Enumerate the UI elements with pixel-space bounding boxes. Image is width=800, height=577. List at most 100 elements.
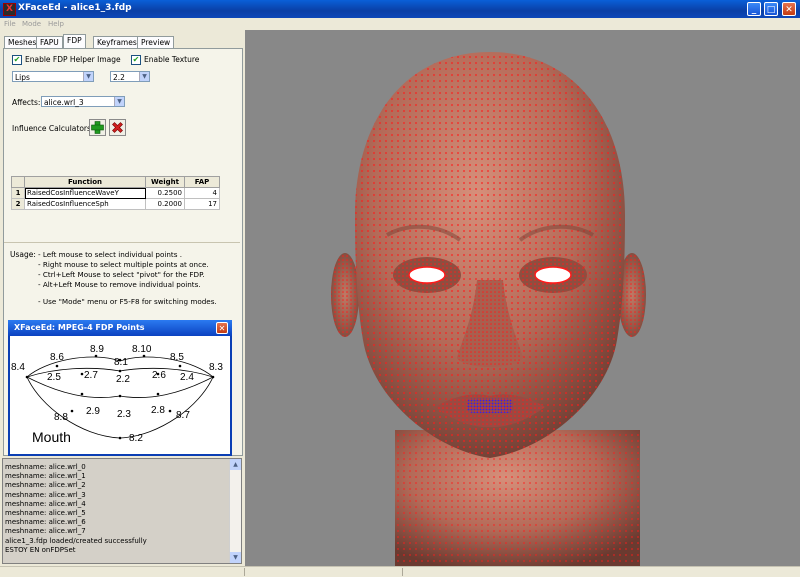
console-line: ESTOY EN onFDPSet <box>5 545 76 554</box>
fdp-label: 8.3 <box>209 362 223 373</box>
affects-value: alice.wrl_3 <box>44 98 84 107</box>
menu-mode[interactable]: Mode <box>22 20 41 28</box>
console-line: meshname: alice.wrl_7 <box>5 527 86 536</box>
maximize-button[interactable]: □ <box>764 2 778 16</box>
point-value: 2.2 <box>113 73 125 82</box>
point-select[interactable]: 2.2 ▼ <box>110 71 150 82</box>
fdp-label: 8.1 <box>114 357 128 368</box>
face-model <box>331 52 646 566</box>
affects-select[interactable]: alice.wrl_3 ▼ <box>41 96 125 107</box>
fap-cell[interactable]: 4 <box>184 187 220 199</box>
delete-icon <box>112 122 123 133</box>
region-select[interactable]: Lips ▼ <box>12 71 94 82</box>
fap-cell[interactable]: 17 <box>184 198 220 210</box>
right-eye <box>534 266 572 284</box>
usage-line: - Left mouse to select individual points… <box>38 250 183 259</box>
window-title: XFaceEd - alice1_3.fdp <box>18 3 132 13</box>
function-cell[interactable]: RaisedCosInfluenceSph <box>24 198 146 210</box>
dialog-title-bar: XFaceEd: MPEG-4 FDP Points ✕ <box>8 320 232 336</box>
console-line: meshname: alice.wrl_1 <box>5 472 86 481</box>
app-icon: X <box>3 3 16 16</box>
divider <box>4 242 240 243</box>
fdp-label: 2.6 <box>152 370 166 381</box>
title-bar: X XFaceEd - alice1_3.fdp _ □ ✕ <box>0 0 800 18</box>
remove-influence-button[interactable] <box>109 119 126 136</box>
chevron-down-icon: ▼ <box>83 72 93 81</box>
scroll-down-icon[interactable]: ▼ <box>230 552 241 563</box>
3d-viewport[interactable] <box>245 30 800 566</box>
usage-line: - Use "Mode" menu or F5-F8 for switching… <box>38 297 217 306</box>
close-button[interactable]: ✕ <box>782 2 796 16</box>
row-number: 1 <box>11 187 25 199</box>
left-ear-mesh-points <box>331 253 359 337</box>
mouth-diagram: 8.4 8.6 8.9 8.1 8.10 8.5 8.3 2.5 2.7 2.2… <box>11 344 223 445</box>
fdp-label: 2.4 <box>180 372 194 383</box>
row-number: 2 <box>11 198 25 210</box>
fdp-label: 8.10 <box>132 344 152 355</box>
fdp-label: 2.2 <box>116 374 130 385</box>
tab-fdp[interactable]: FDP <box>63 34 86 49</box>
weight-cell[interactable]: 0.2000 <box>145 198 185 210</box>
influence-table: Function Weight FAP 1 RaisedCosInfluence… <box>11 176 220 210</box>
fdp-label: 2.5 <box>47 372 61 383</box>
scroll-up-icon[interactable]: ▲ <box>230 459 241 470</box>
console-line: meshname: alice.wrl_0 <box>5 463 86 471</box>
console-log[interactable]: meshname: alice.wrl_0 meshname: alice.wr… <box>2 458 242 564</box>
mouth-caption: Mouth <box>32 429 71 445</box>
add-influence-button[interactable] <box>89 119 106 136</box>
influence-label: Influence Calculators: <box>12 124 94 133</box>
console-line: meshname: alice.wrl_4 <box>5 499 86 508</box>
fdp-label: 8.2 <box>129 433 143 444</box>
status-bar <box>0 566 800 577</box>
console-line: meshname: alice.wrl_6 <box>5 518 86 527</box>
texture-checkbox[interactable]: ✔ <box>131 55 141 65</box>
helper-image-label: Enable FDP Helper Image <box>25 55 121 64</box>
fdp-label: 8.5 <box>170 352 184 363</box>
dialog-close-button[interactable]: ✕ <box>216 322 228 334</box>
console-lines: meshname: alice.wrl_0 meshname: alice.wr… <box>5 463 147 555</box>
minimize-button[interactable]: _ <box>747 2 761 16</box>
table-row[interactable]: 1 RaisedCosInfluenceWaveY 0.2500 4 <box>11 187 220 199</box>
usage-label: Usage: <box>10 250 36 259</box>
usage-spacer <box>38 290 217 297</box>
console-line: meshname: alice.wrl_2 <box>5 481 86 490</box>
fdp-label: 8.9 <box>90 344 104 355</box>
tab-preview[interactable]: Preview <box>137 36 175 48</box>
menu-bar: File Mode Help <box>0 18 800 30</box>
fdp-label: 8.6 <box>50 352 64 363</box>
fdp-label: 2.3 <box>117 409 131 420</box>
selected-lip-points <box>467 398 513 413</box>
tab-meshes[interactable]: Meshes <box>4 36 41 48</box>
region-value: Lips <box>15 73 30 82</box>
fdp-label: 2.7 <box>84 370 98 381</box>
fdp-points-dialog: XFaceEd: MPEG-4 FDP Points ✕ 8.4 8.6 8.9… <box>8 320 232 456</box>
function-cell[interactable]: RaisedCosInfluenceWaveY <box>24 187 146 199</box>
console-scrollbar[interactable]: ▲ ▼ <box>229 459 241 563</box>
affects-label: Affects: <box>12 98 41 107</box>
console-line: meshname: alice.wrl_5 <box>5 509 86 518</box>
chevron-down-icon: ▼ <box>114 97 124 106</box>
helper-image-checkbox[interactable]: ✔ <box>12 55 22 65</box>
status-segment <box>402 568 799 576</box>
usage-line: - Right mouse to select multiple points … <box>38 260 209 269</box>
column-header-function: Function <box>24 176 146 188</box>
console-line: meshname: alice.wrl_3 <box>5 490 86 499</box>
table-row[interactable]: 2 RaisedCosInfluenceSph 0.2000 17 <box>11 198 220 210</box>
fdp-label: 8.7 <box>176 410 190 421</box>
texture-label: Enable Texture <box>144 55 200 64</box>
dialog-title: XFaceEd: MPEG-4 FDP Points <box>14 323 145 332</box>
tab-keyframes[interactable]: Keyframes <box>93 36 141 48</box>
weight-cell[interactable]: 0.2500 <box>145 187 185 199</box>
column-header-fap: FAP <box>184 176 220 188</box>
usage-line: - Ctrl+Left Mouse to select "pivot" for … <box>38 270 205 279</box>
tab-fapu[interactable]: FAPU <box>36 36 63 48</box>
console-line: alice1_3.fdp loaded/created successfully <box>5 536 147 545</box>
usage-text: - Left mouse to select individual points… <box>38 250 217 307</box>
fdp-label: 8.8 <box>54 412 68 423</box>
table-corner <box>11 176 25 188</box>
column-header-weight: Weight <box>145 176 185 188</box>
menu-help[interactable]: Help <box>48 20 64 28</box>
menu-file[interactable]: File <box>4 20 16 28</box>
plus-icon <box>91 121 104 134</box>
fdp-label: 2.8 <box>151 405 165 416</box>
